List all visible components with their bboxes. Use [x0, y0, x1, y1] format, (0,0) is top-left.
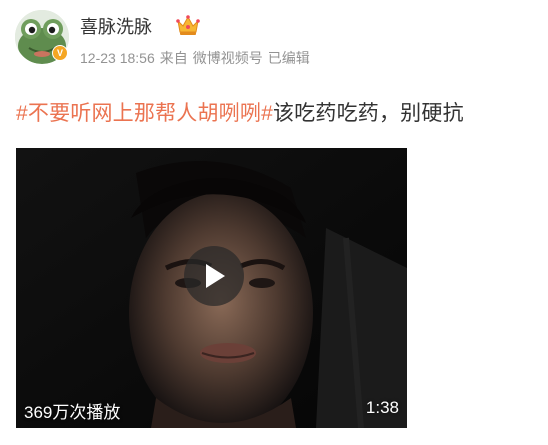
play-count: 369万次播放 — [24, 403, 121, 422]
edited-label: 已编辑 — [267, 50, 310, 66]
topic-link[interactable]: #不要听网上那帮人胡咧咧# — [16, 102, 273, 125]
post-meta: 12-23 18:56 来自 微博视频号 已编辑 — [80, 48, 315, 68]
source-prefix: 来自 — [159, 50, 188, 66]
post-body-text: 该吃药吃药，别硬抗 — [272, 102, 464, 125]
video-player[interactable]: 369万次播放 1:38 — [16, 148, 407, 428]
crown-icon[interactable] — [176, 14, 200, 36]
username[interactable]: 喜脉洗脉 — [80, 13, 152, 39]
play-icon — [206, 264, 225, 288]
video-duration: 1:38 — [365, 398, 399, 417]
verified-badge: V — [52, 45, 68, 61]
play-button[interactable] — [184, 246, 244, 306]
post-source[interactable]: 微博视频号 — [193, 50, 263, 66]
post-timestamp[interactable]: 12-23 18:56 — [80, 50, 155, 66]
post-text: #不要听网上那帮人胡咧咧#该吃药吃药，别硬抗 — [16, 97, 464, 127]
